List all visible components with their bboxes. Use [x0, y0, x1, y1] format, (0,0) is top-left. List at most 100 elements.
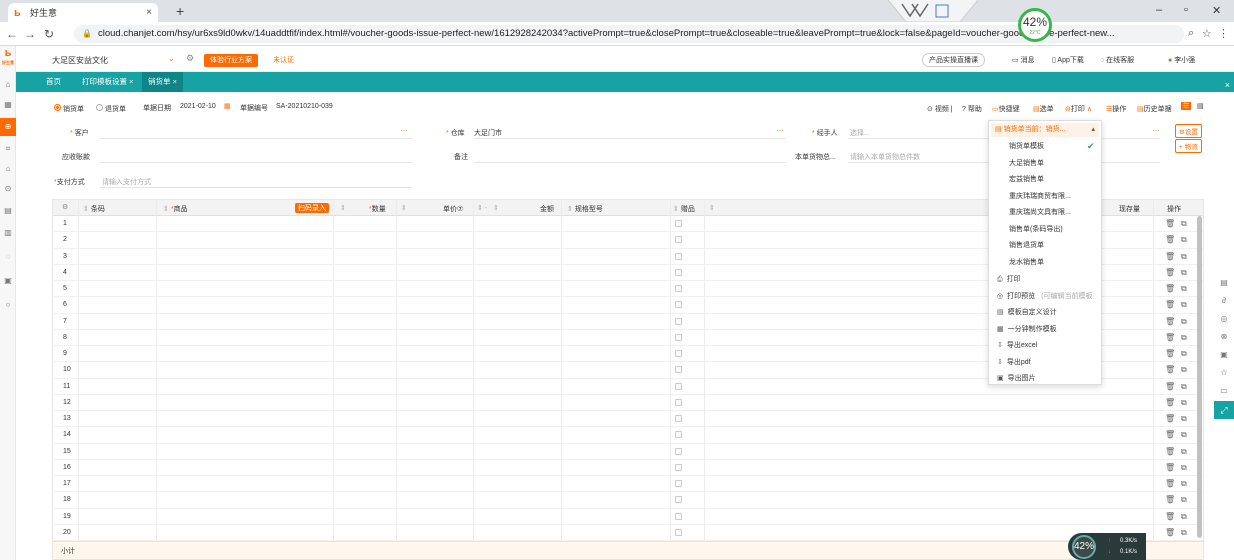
gift-checkbox[interactable]: [675, 447, 682, 455]
payment-field[interactable]: [100, 187, 412, 188]
menu-action-item[interactable]: ▣ 导出图片: [997, 373, 1036, 383]
table-row[interactable]: 20 🗑 ⧉: [53, 525, 1203, 542]
table-row[interactable]: 19 🗑 ⧉: [53, 509, 1203, 525]
expand-icon[interactable]: ⤢: [1214, 401, 1234, 419]
copy-row-icon[interactable]: ⧉: [1181, 447, 1187, 457]
history-button[interactable]: ▤历史单据: [1137, 104, 1172, 114]
star-icon[interactable]: ☆: [1219, 368, 1229, 378]
copy-row-icon[interactable]: ⧉: [1181, 317, 1187, 327]
radio-sale-label[interactable]: 销货单: [63, 104, 84, 114]
customer-field[interactable]: [100, 138, 412, 139]
col-spec[interactable]: ⇕ 规格型号: [567, 204, 603, 214]
gift-checkbox[interactable]: [675, 398, 682, 406]
col-price[interactable]: 单价⑦: [443, 204, 463, 214]
gift-checkbox[interactable]: [675, 236, 682, 244]
copy-row-icon[interactable]: ⧉: [1181, 219, 1187, 229]
select-doc-button[interactable]: ▤选单: [1033, 104, 1054, 114]
close-window-icon[interactable]: ✕: [1212, 4, 1221, 17]
scan-entry-button[interactable]: 扫码录入: [295, 203, 329, 213]
gift-checkbox[interactable]: [675, 350, 682, 357]
delete-row-icon[interactable]: 🗑: [1165, 414, 1175, 423]
menu-template-item[interactable]: 龙水销售单: [1009, 257, 1044, 267]
unverified-label[interactable]: 未认证: [273, 55, 294, 65]
doc-icon[interactable]: ▣: [3, 276, 13, 286]
settings-button[interactable]: ⚙设置: [1175, 124, 1202, 138]
browser-tab[interactable]: ь 好生意 ×: [8, 3, 158, 22]
delete-row-icon[interactable]: 🗑: [1165, 447, 1175, 456]
copy-row-icon[interactable]: ⧉: [1181, 333, 1187, 343]
shortcut-button[interactable]: ▭快捷键: [992, 104, 1020, 114]
delete-row-icon[interactable]: 🗑: [1165, 349, 1175, 358]
menu-action-item[interactable]: ◎ 打印预览 (可编辑当前模板: [997, 291, 1092, 301]
user-menu[interactable]: ● 李小强: [1168, 55, 1195, 65]
delete-row-icon[interactable]: 🗑: [1165, 512, 1175, 521]
gift-checkbox[interactable]: [675, 382, 682, 390]
delete-row-icon[interactable]: 🗑: [1165, 398, 1175, 407]
sort-icon[interactable]: ⇕: [340, 204, 346, 212]
gift-checkbox[interactable]: [675, 252, 682, 260]
close-tab-icon[interactable]: ×: [146, 7, 152, 18]
gift-checkbox[interactable]: [675, 431, 682, 439]
calendar-picker-icon[interactable]: ▦: [224, 102, 231, 110]
delete-row-icon[interactable]: 🗑: [1165, 235, 1175, 244]
tab-home[interactable]: 首页: [40, 72, 67, 92]
print-button[interactable]: ⊖打印 ∧: [1065, 104, 1092, 114]
copy-row-icon[interactable]: ⧉: [1181, 382, 1187, 392]
sort-icon[interactable]: ⇕: [493, 204, 499, 212]
date-value[interactable]: 2021-02-10: [180, 103, 216, 110]
gift-checkbox[interactable]: [675, 528, 682, 536]
menu-action-item[interactable]: ▦ 一分钟制作模板: [997, 324, 1057, 334]
table-row[interactable]: 15 🗑 ⧉: [53, 444, 1203, 460]
copy-row-icon[interactable]: ⧉: [1181, 495, 1187, 505]
delete-row-icon[interactable]: 🗑: [1165, 479, 1175, 488]
copy-row-icon[interactable]: ⧉: [1181, 430, 1187, 440]
message-bubble-icon[interactable]: ▭: [1219, 386, 1229, 396]
copy-row-icon[interactable]: ⧉: [1181, 365, 1187, 375]
zoom-icon[interactable]: ⌕: [1188, 27, 1194, 40]
customer-picker-icon[interactable]: ···: [400, 126, 408, 135]
brand-logo[interactable]: ь 好生意: [0, 46, 16, 72]
sort-icon[interactable]: ⇕: [709, 204, 715, 212]
col-gift[interactable]: ⇕ 赠品: [673, 204, 695, 214]
copy-row-icon[interactable]: ⧉: [1181, 528, 1187, 538]
loading-icon[interactable]: ◌: [3, 252, 13, 262]
warehouse-icon[interactable]: ⌂: [3, 164, 13, 174]
delete-row-icon[interactable]: 🗑: [1165, 268, 1175, 277]
video-link[interactable]: ⊙ 视频 |: [927, 104, 953, 114]
table-row[interactable]: 18 🗑 ⧉: [53, 492, 1203, 509]
table-row[interactable]: 17 🗑 ⧉: [53, 476, 1203, 493]
delete-row-icon[interactable]: 🗑: [1165, 219, 1175, 228]
tab-print-template[interactable]: 打印模板设置 ×: [76, 72, 139, 92]
calc-icon[interactable]: ▣: [1219, 350, 1229, 360]
reload-icon[interactable]: ↻: [44, 27, 54, 41]
finance-icon[interactable]: ⊙: [3, 184, 13, 194]
operate-button[interactable]: ☰操作: [1106, 104, 1126, 114]
back-icon[interactable]: ←: [6, 27, 18, 41]
handler-picker-icon[interactable]: ···: [1152, 126, 1160, 135]
table-row[interactable]: 16 🗑 ⧉: [53, 460, 1203, 477]
grid-view-icon[interactable]: ▤: [1197, 102, 1204, 110]
radio-return-label[interactable]: 退货单: [105, 104, 126, 114]
online-service-link[interactable]: ◌ 在线客服: [1100, 55, 1134, 65]
copy-row-icon[interactable]: ⧉: [1181, 479, 1187, 489]
logistics-button[interactable]: + 物流: [1175, 139, 1202, 153]
sort-icon[interactable]: ⇕: [401, 204, 407, 212]
delete-row-icon[interactable]: 🗑: [1165, 463, 1175, 472]
copy-row-icon[interactable]: ⧉: [1181, 300, 1187, 310]
gift-checkbox[interactable]: [675, 512, 682, 520]
gift-checkbox[interactable]: [675, 463, 682, 471]
bookmark-star-icon[interactable]: ☆: [1202, 27, 1212, 40]
gift-checkbox[interactable]: [675, 333, 682, 341]
delete-row-icon[interactable]: 🗑: [1165, 300, 1175, 309]
delete-row-icon[interactable]: 🗑: [1165, 430, 1175, 439]
delete-row-icon[interactable]: 🗑: [1165, 252, 1175, 261]
help-link[interactable]: ? 帮助: [962, 104, 982, 114]
tab-sales-order[interactable]: 销货单 ×: [142, 72, 183, 92]
home-icon[interactable]: ⌂: [3, 80, 13, 90]
chevron-down-icon[interactable]: ⌄: [168, 54, 175, 63]
table-row[interactable]: 12 🗑 ⧉: [53, 395, 1203, 412]
gift-checkbox[interactable]: [675, 480, 682, 487]
delete-row-icon[interactable]: 🗑: [1165, 365, 1175, 374]
payment-placeholder[interactable]: 请输入支付方式: [102, 177, 151, 187]
delete-row-icon[interactable]: 🗑: [1165, 284, 1175, 293]
